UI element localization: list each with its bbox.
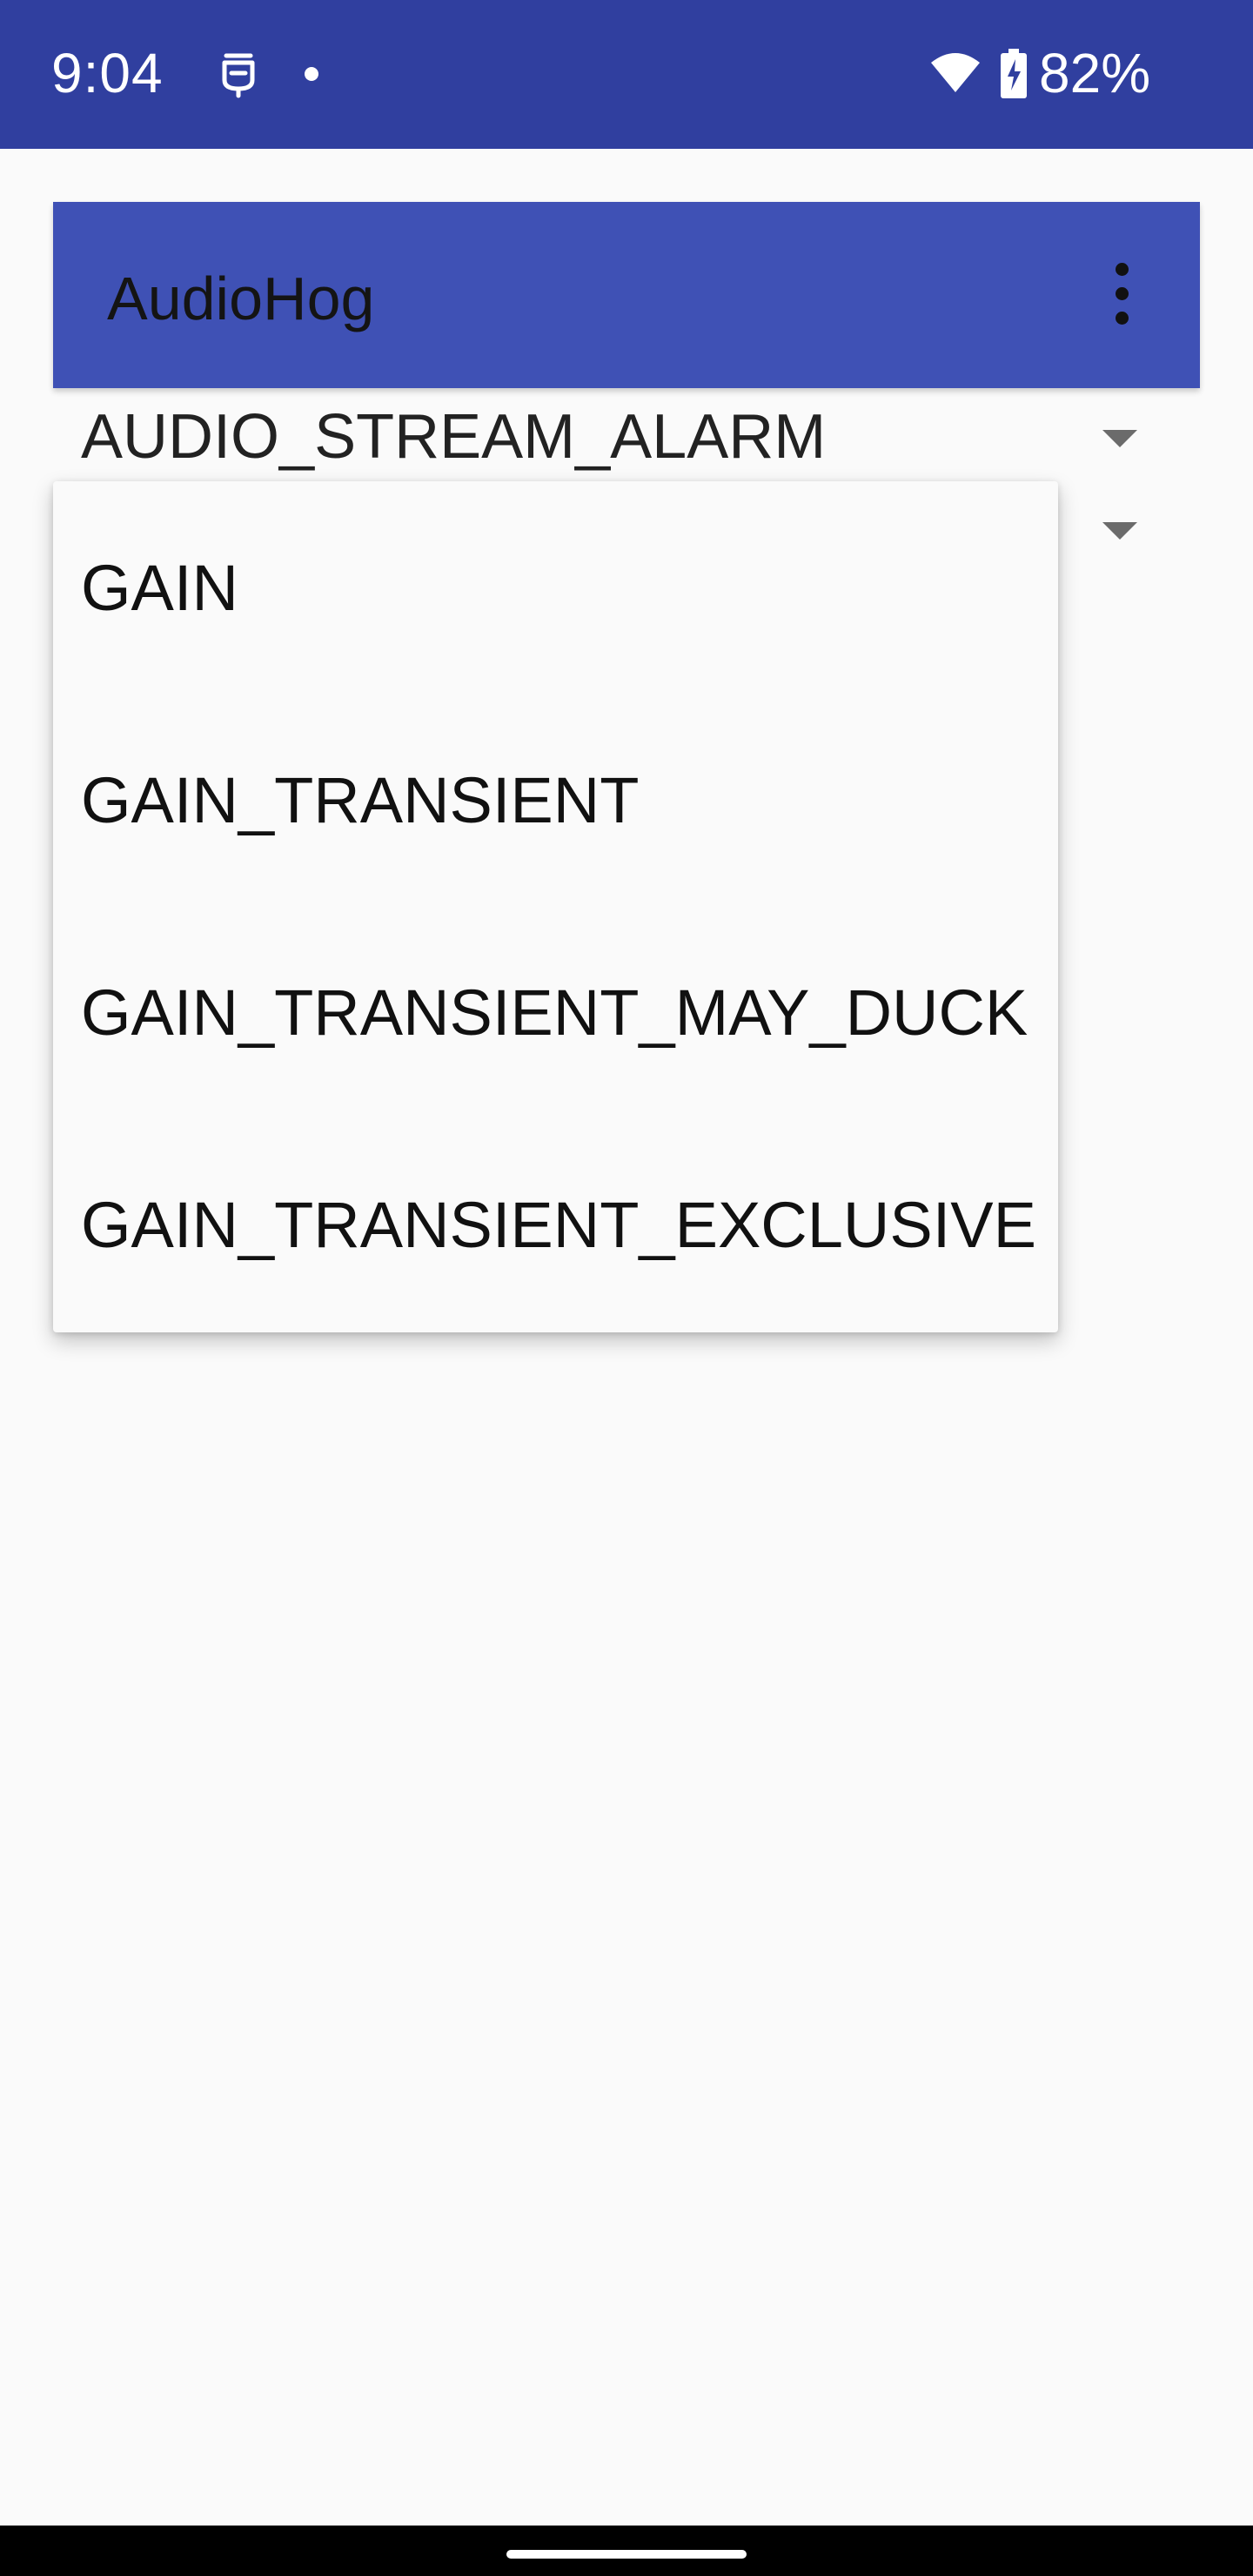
dropdown-item-label: GAIN_TRANSIENT_MAY_DUCK (81, 976, 1029, 1049)
status-time: 9:04 (51, 42, 164, 104)
dropdown-item-label: GAIN_TRANSIENT_EXCLUSIVE (81, 1189, 1036, 1261)
dot-icon (305, 67, 318, 81)
battery-charging-icon (1001, 49, 1027, 98)
dropdown-item-gain-transient-exclusive[interactable]: GAIN_TRANSIENT_EXCLUSIVE (53, 1118, 1058, 1331)
app-title: AudioHog (107, 265, 375, 332)
battery-percentage: 82% (1039, 42, 1151, 104)
dropdown-arrow-icon (1102, 522, 1137, 540)
home-gesture-handle[interactable] (506, 2550, 747, 2559)
screen: 9:04 82% AudioHog AUDIO_STREAM_ALARM GAI… (0, 0, 1253, 2576)
dropdown-arrow-icon (1102, 430, 1137, 447)
wifi-icon (931, 53, 980, 92)
stream-spinner[interactable]: AUDIO_STREAM_ALARM (53, 392, 1200, 479)
dropdown-item-label: GAIN_TRANSIENT (81, 764, 640, 836)
dropdown-item-gain[interactable]: GAIN (53, 481, 1058, 694)
overflow-menu-icon[interactable] (1104, 263, 1139, 325)
dropdown-item-gain-transient[interactable]: GAIN_TRANSIENT (53, 694, 1058, 906)
dropdown-item-label: GAIN (81, 552, 238, 624)
focus-dropdown-menu: GAIN GAIN_TRANSIENT GAIN_TRANSIENT_MAY_D… (53, 481, 1058, 1332)
dropdown-item-gain-transient-may-duck[interactable]: GAIN_TRANSIENT_MAY_DUCK (53, 906, 1058, 1118)
notification-icon (222, 53, 255, 98)
app-bar: AudioHog (53, 202, 1200, 388)
stream-spinner-value: AUDIO_STREAM_ALARM (81, 402, 827, 472)
status-bar: 9:04 82% (0, 0, 1253, 149)
navigation-bar (0, 2526, 1253, 2576)
